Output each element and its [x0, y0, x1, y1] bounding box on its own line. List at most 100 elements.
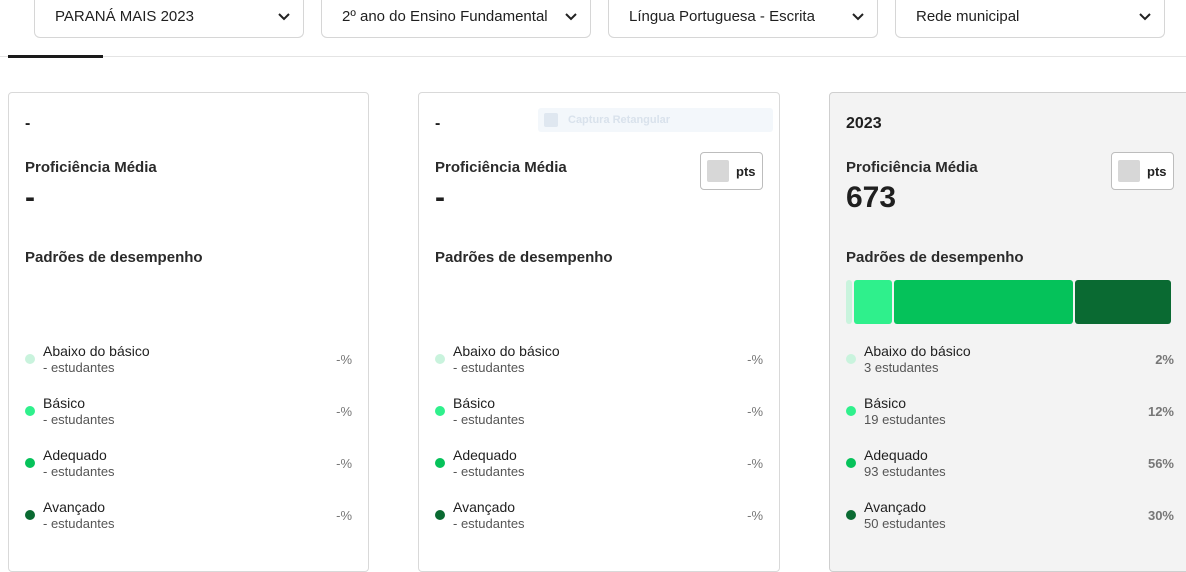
level-name: Básico — [43, 395, 86, 411]
proficiency-value: - — [25, 181, 35, 214]
dot-icon — [435, 458, 445, 468]
level-name: Avançado — [864, 499, 927, 515]
legend-item-basico: Básico 19 estudantes 12% — [846, 395, 1174, 447]
level-name: Avançado — [453, 499, 516, 515]
legend-item-adequado: Adequado - estudantes -% — [435, 447, 763, 499]
subject-select[interactable]: Língua Portuguesa - Escrita — [608, 0, 878, 38]
performance-standards-title: Padrões de desempenho — [846, 249, 1024, 266]
level-count: - estudantes — [43, 412, 115, 427]
level-count: - estudantes — [453, 360, 525, 375]
level-name: Adequado — [864, 447, 928, 463]
level-count: 3 estudantes — [864, 360, 939, 375]
level-percent: -% — [336, 456, 352, 471]
legend-item-avancado: Avançado - estudantes -% — [435, 499, 763, 551]
level-name: Avançado — [43, 499, 106, 515]
capture-label: Captura Retangular — [568, 114, 671, 126]
level-count: - estudantes — [453, 412, 525, 427]
chevron-down-icon — [851, 10, 865, 24]
proficiency-title: Proficiência Média — [435, 159, 567, 176]
level-count: - estudantes — [453, 464, 525, 479]
level-percent: 12% — [1147, 404, 1174, 419]
results-card-3: 2023 Proficiência Média 673 pts Padrões … — [829, 92, 1186, 572]
points-label: pts — [736, 163, 756, 179]
level-count: 93 estudantes — [864, 464, 946, 479]
performance-distribution-bar — [846, 280, 1171, 324]
points-label: pts — [1147, 163, 1167, 179]
card-year: - — [25, 115, 31, 132]
legend-item-basico: Básico - estudantes -% — [25, 395, 352, 447]
level-percent: -% — [336, 352, 352, 367]
level-count: - estudantes — [453, 516, 525, 531]
level-name: Adequado — [43, 447, 107, 463]
checkbox-icon — [1118, 160, 1140, 182]
level-name: Abaixo do básico — [864, 343, 971, 359]
proficiency-value: 673 — [846, 181, 897, 214]
level-percent: -% — [747, 508, 763, 523]
dot-icon — [846, 406, 856, 416]
level-percent: 56% — [1147, 456, 1174, 471]
tabs-divider — [0, 56, 1186, 57]
level-count: - estudantes — [43, 464, 115, 479]
level-percent: 30% — [1147, 508, 1174, 523]
level-count: - estudantes — [43, 360, 115, 375]
legend-item-adequado: Adequado 93 estudantes 56% — [846, 447, 1174, 499]
proficiency-title: Proficiência Média — [846, 159, 978, 176]
edition-select[interactable]: PARANÁ MAIS 2023 — [34, 0, 304, 38]
subject-select-value: Língua Portuguesa - Escrita — [629, 8, 815, 25]
card-year: 2023 — [846, 115, 882, 132]
proficiency-value: - — [435, 181, 445, 214]
grade-select-value: 2º ano do Ensino Fundamental — [342, 8, 548, 25]
edition-select-value: PARANÁ MAIS 2023 — [55, 8, 194, 25]
legend-item-basico: Básico - estudantes -% — [435, 395, 763, 447]
points-toggle-button[interactable]: pts — [700, 152, 763, 190]
bar-segment-abaixo-do-basico — [846, 280, 852, 324]
legend-item-abaixo-do-basico: Abaixo do básico - estudantes -% — [25, 343, 352, 395]
level-name: Básico — [864, 395, 907, 411]
legend-item-abaixo-do-basico: Abaixo do básico - estudantes -% — [435, 343, 763, 395]
level-percent: -% — [747, 352, 763, 367]
legend-item-adequado: Adequado - estudantes -% — [25, 447, 352, 499]
proficiency-title: Proficiência Média — [25, 159, 157, 176]
performance-legend: Abaixo do básico - estudantes -% Básico … — [435, 343, 763, 551]
dot-icon — [25, 406, 35, 416]
level-name: Adequado — [453, 447, 517, 463]
network-select-value: Rede municipal — [916, 8, 1020, 25]
checkbox-icon — [707, 160, 729, 182]
level-count: - estudantes — [43, 516, 115, 531]
dot-icon — [435, 406, 445, 416]
network-select[interactable]: Rede municipal — [895, 0, 1165, 38]
dot-icon — [846, 510, 856, 520]
capture-overlay-chip: Captura Retangular — [538, 108, 773, 132]
chevron-down-icon — [564, 10, 578, 24]
level-percent: -% — [747, 456, 763, 471]
level-percent: 2% — [1155, 352, 1174, 367]
performance-legend: Abaixo do básico 3 estudantes 2% Básico … — [846, 343, 1174, 551]
performance-legend: Abaixo do básico - estudantes -% Básico … — [25, 343, 352, 551]
results-card-2: - Proficiência Média - pts Padrões de de… — [418, 92, 780, 572]
points-toggle-button[interactable]: pts — [1111, 152, 1174, 190]
dot-icon — [846, 458, 856, 468]
level-name: Abaixo do básico — [43, 343, 150, 359]
level-count: 19 estudantes — [864, 412, 946, 427]
dot-icon — [25, 510, 35, 520]
dot-icon — [25, 458, 35, 468]
level-count: 50 estudantes — [864, 516, 946, 531]
chevron-down-icon — [277, 10, 291, 24]
dot-icon — [435, 510, 445, 520]
grade-select[interactable]: 2º ano do Ensino Fundamental — [321, 0, 591, 38]
filter-bar: PARANÁ MAIS 2023 2º ano do Ensino Fundam… — [0, 0, 1186, 58]
level-percent: -% — [336, 508, 352, 523]
chevron-down-icon — [1138, 10, 1152, 24]
dot-icon — [25, 354, 35, 364]
performance-standards-title: Padrões de desempenho — [435, 249, 613, 266]
active-tab-indicator — [8, 55, 103, 58]
capture-icon — [544, 113, 558, 127]
bar-segment-avancado — [1075, 280, 1171, 324]
legend-item-avancado: Avançado - estudantes -% — [25, 499, 352, 551]
level-percent: -% — [747, 404, 763, 419]
bar-segment-basico — [854, 280, 892, 324]
legend-item-avancado: Avançado 50 estudantes 30% — [846, 499, 1174, 551]
dot-icon — [846, 354, 856, 364]
card-year: - — [435, 115, 441, 132]
dot-icon — [435, 354, 445, 364]
